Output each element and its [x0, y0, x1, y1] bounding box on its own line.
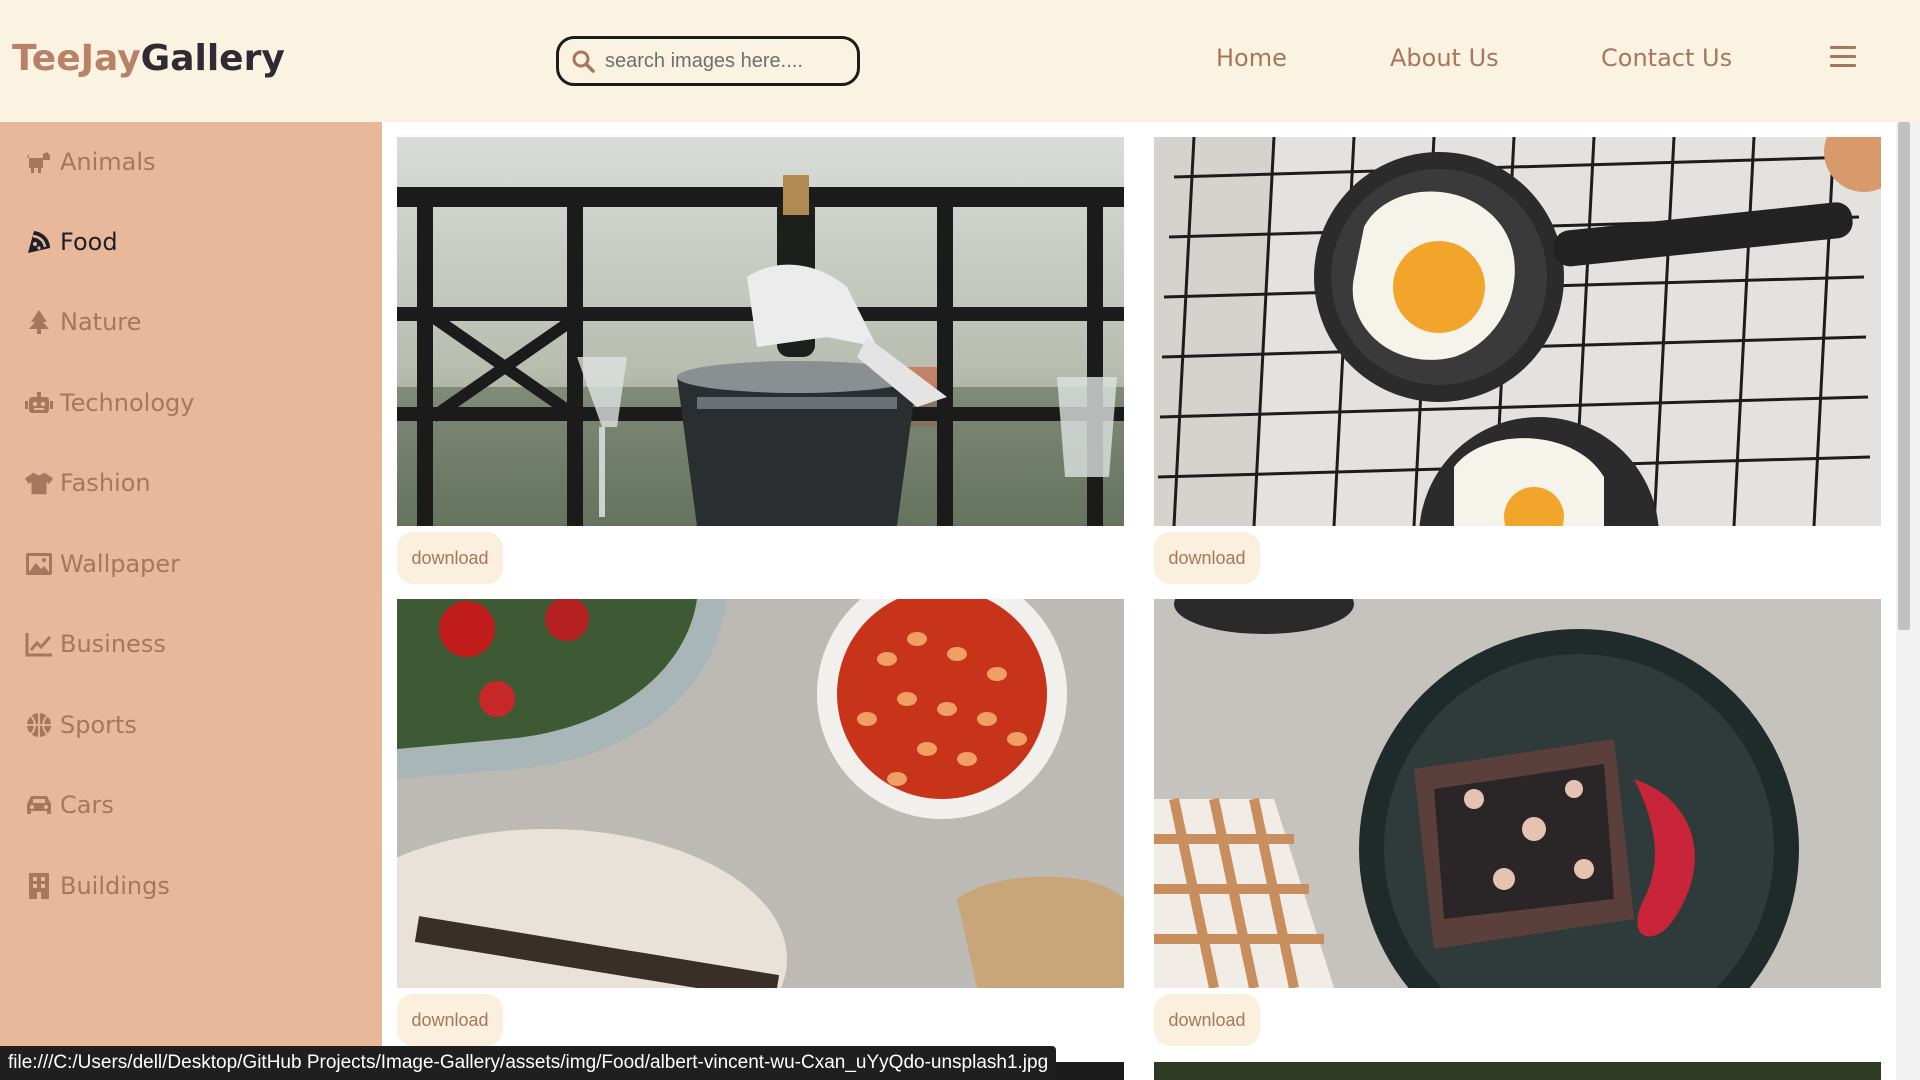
- pizza-icon: [24, 227, 54, 257]
- nav-home-link[interactable]: Home: [1216, 44, 1287, 80]
- sidebar-item-label: Technology: [60, 389, 195, 417]
- sidebar-item-label: Business: [60, 630, 166, 658]
- sidebar-item-label: Fashion: [60, 469, 151, 497]
- sidebar-item-wallpaper[interactable]: Wallpaper: [24, 542, 180, 586]
- image-icon: [24, 549, 54, 579]
- scrollbar-thumb[interactable]: [1898, 122, 1910, 630]
- sidebar-item-animals[interactable]: Animals: [24, 140, 156, 184]
- link-status-bar: file:///C:/Users/dell/Desktop/GitHub Pro…: [0, 1046, 1057, 1080]
- category-sidebar: Animals Food Nature Technology Fashion W…: [0, 122, 382, 1080]
- sidebar-item-label: Sports: [60, 711, 137, 739]
- gallery-image-baked-beans[interactable]: [397, 599, 1124, 988]
- menu-bar: [1830, 64, 1856, 67]
- download-button[interactable]: download: [397, 994, 503, 1046]
- hamburger-menu-icon[interactable]: [1830, 46, 1856, 70]
- gallery-image-cake-plate[interactable]: [1154, 599, 1881, 988]
- menu-bar: [1830, 46, 1856, 49]
- sidebar-item-cars[interactable]: Cars: [24, 783, 114, 827]
- search-icon: [572, 50, 595, 73]
- top-header: TeeJayGallery Home About Us Contact Us: [0, 0, 1920, 122]
- gallery-image-partial[interactable]: [1154, 1062, 1881, 1080]
- chart-line-icon: [24, 629, 54, 659]
- sidebar-item-label: Nature: [60, 308, 142, 336]
- logo-part-teejay: TeeJay: [12, 38, 141, 79]
- menu-bar: [1830, 55, 1856, 58]
- sidebar-item-food[interactable]: Food: [24, 220, 118, 264]
- logo-part-gallery: Gallery: [140, 38, 285, 79]
- sidebar-item-label: Food: [60, 228, 118, 256]
- sidebar-item-fashion[interactable]: Fashion: [24, 461, 151, 505]
- robot-icon: [24, 388, 54, 418]
- sidebar-item-nature[interactable]: Nature: [24, 300, 141, 344]
- search-input[interactable]: [605, 49, 855, 73]
- sidebar-item-buildings[interactable]: Buildings: [24, 864, 170, 908]
- sidebar-item-business[interactable]: Business: [24, 622, 166, 666]
- dog-icon: [24, 147, 54, 177]
- download-button[interactable]: download: [1154, 532, 1260, 584]
- nav-contact-link[interactable]: Contact Us: [1601, 44, 1732, 80]
- search-box[interactable]: [556, 36, 860, 86]
- gallery-image-fried-eggs[interactable]: [1154, 137, 1881, 526]
- basketball-icon: [24, 710, 54, 740]
- sidebar-item-label: Animals: [60, 148, 156, 176]
- sidebar-item-technology[interactable]: Technology: [24, 381, 194, 425]
- sidebar-item-label: Cars: [60, 791, 114, 819]
- car-icon: [24, 790, 54, 820]
- nav-about-link[interactable]: About Us: [1390, 44, 1499, 80]
- building-icon: [24, 871, 54, 901]
- sidebar-item-label: Wallpaper: [60, 550, 181, 578]
- download-button[interactable]: download: [1154, 994, 1260, 1046]
- download-button[interactable]: download: [397, 532, 503, 584]
- site-logo[interactable]: TeeJayGallery: [12, 38, 285, 79]
- sidebar-item-sports[interactable]: Sports: [24, 703, 137, 747]
- shirt-icon: [24, 468, 54, 498]
- sidebar-item-label: Buildings: [60, 872, 170, 900]
- tree-icon: [24, 307, 54, 337]
- gallery-image-champagne[interactable]: [397, 137, 1124, 526]
